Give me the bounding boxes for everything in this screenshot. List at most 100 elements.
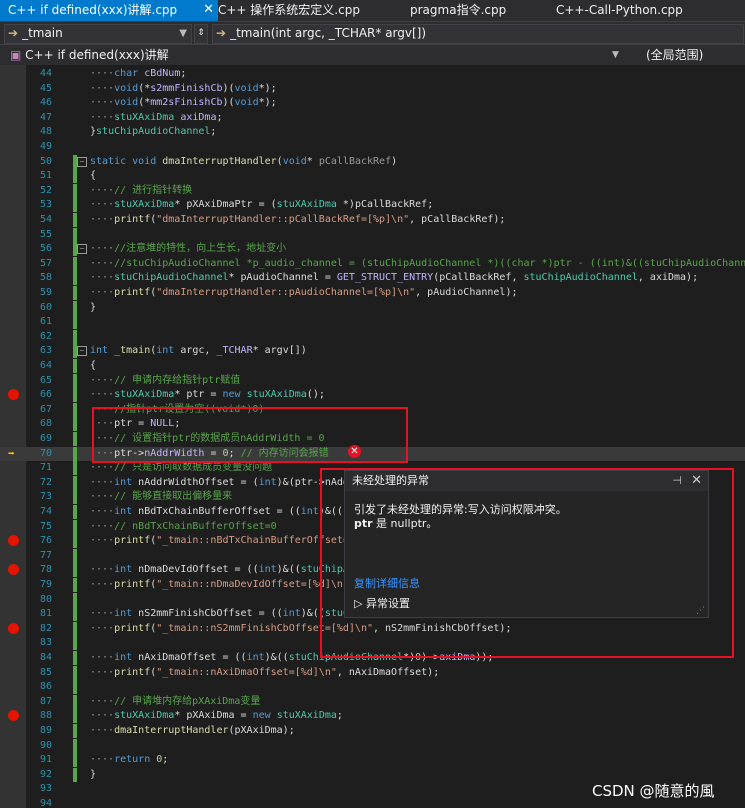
code-text: ····//stuChipAudioChannel *p_audio_chann… — [90, 257, 745, 269]
code-line[interactable]: 48}stuChipAudioChannel; — [0, 125, 745, 139]
updown-icon: ⇕ — [197, 28, 205, 38]
line-number: 51 — [39, 170, 52, 182]
code-line[interactable]: 44 ····char cBdNum; — [0, 67, 745, 81]
project-scope-bar: ▣ C++ if defined(xxx)讲解 ▼ (全局范围) — [0, 44, 745, 66]
change-marker — [73, 359, 77, 373]
code-line[interactable]: 62 — [0, 329, 745, 344]
code-text: static void dmaInterruptHandler(void* pC… — [90, 155, 398, 167]
change-marker — [73, 607, 77, 622]
code-line[interactable]: 88 ····stuXAxiDma* pXAxiDma = new stuXAxi… — [0, 709, 745, 724]
change-marker — [73, 475, 77, 490]
code-line[interactable]: 57 ····//stuChipAudioChannel *p_audio_cha… — [0, 256, 745, 271]
code-line[interactable]: 61 — [0, 315, 745, 330]
exception-popup: 未经处理的异常 ⊣ ✕ 引发了未经处理的异常:写入访问权限冲突。 ptr 是 n… — [344, 470, 709, 618]
code-line[interactable]: 51 { — [0, 169, 745, 184]
line-number: 93 — [39, 783, 52, 795]
code-text: } — [90, 301, 97, 313]
code-line[interactable]: 50 − static void dmaInterruptHandler(void*… — [0, 154, 745, 169]
code-line[interactable]: 47 ····stuXAxiDma axiDma; — [0, 111, 745, 125]
pin-icon[interactable]: ⊣ — [672, 471, 682, 491]
collapse-icon[interactable]: − — [77, 346, 87, 357]
code-line[interactable]: 91 ····return 0; — [0, 753, 745, 768]
tab-label: C++ if defined(xxx)讲解.cpp — [8, 3, 178, 17]
line-number: 47 — [39, 111, 52, 123]
code-line[interactable]: 66 ····stuXAxiDma* ptr = new stuXAxiDma()… — [0, 388, 745, 403]
arrow-right-icon: ➔ — [8, 26, 19, 40]
line-number: 88 — [39, 710, 52, 722]
copy-details-link[interactable]: 复制详细信息 — [354, 575, 420, 591]
code-text: ····//注意堆的特性，向上生长，地址变小 — [90, 243, 287, 255]
collapse-icon[interactable]: − — [77, 244, 87, 255]
change-marker — [73, 534, 77, 549]
code-line[interactable]: 65 ····// 申请内存给指针ptr赋值 — [0, 373, 745, 388]
change-marker — [73, 651, 77, 665]
member-dropdown[interactable]: ➔ _tmain(int argc, _TCHAR* argv[]) — [212, 24, 744, 44]
line-number: 92 — [39, 768, 52, 780]
line-number: 66 — [39, 389, 52, 401]
code-line[interactable]: 54 ····printf("dmaInterruptHandler::pCall… — [0, 213, 745, 227]
breakpoint-icon[interactable] — [8, 389, 19, 401]
breakpoint-icon[interactable] — [8, 710, 19, 722]
chevron-down-icon[interactable]: ▼ — [612, 46, 619, 64]
code-line[interactable]: 46 ····void(*mm2sFinishCb)(void*); — [0, 96, 745, 110]
change-marker — [73, 315, 77, 330]
project-dropdown[interactable]: ▣ C++ if defined(xxx)讲解 — [10, 46, 169, 64]
code-line[interactable]: 45 ····void(*s2mmFinishCb)(void*); — [0, 82, 745, 96]
tab-pragma[interactable]: pragma指令.cpp — [410, 0, 506, 21]
settings-label: 异常设置 — [365, 597, 410, 610]
watermark: CSDN @随意的風 — [592, 782, 715, 800]
change-marker — [73, 388, 77, 403]
line-number: 52 — [39, 184, 52, 196]
resize-grip-icon[interactable]: ⋰ — [696, 606, 705, 616]
code-line[interactable]: 90 — [0, 738, 745, 753]
line-number: 84 — [39, 652, 52, 663]
tab-os-macro[interactable]: C++ 操作系统宏定义.cpp — [218, 0, 360, 21]
code-line[interactable]: 55 — [0, 227, 745, 242]
breakpoint-icon[interactable] — [8, 564, 19, 576]
change-marker — [73, 461, 77, 476]
current-statement-arrow-icon: ➡ — [8, 446, 15, 460]
tab-label: C++-Call-Python.cpp — [556, 3, 683, 17]
code-line[interactable]: 49 — [0, 140, 745, 154]
tab-call-python[interactable]: C++-Call-Python.cpp — [556, 0, 683, 21]
breakpoint-icon[interactable] — [8, 622, 19, 634]
line-number: 86 — [39, 681, 52, 693]
code-line[interactable]: 87 ····// 申请堆内存给pXAxiDma变量 — [0, 694, 745, 709]
code-line[interactable]: 52 ····// 进行指针转换 — [0, 183, 745, 198]
close-tab-icon[interactable]: ✕ — [203, 0, 214, 20]
global-scope[interactable]: (全局范围) — [646, 46, 703, 64]
split-button[interactable]: ⇕ — [194, 24, 208, 44]
line-number: 77 — [39, 549, 52, 561]
close-icon[interactable]: ✕ — [691, 471, 702, 491]
line-number: 72 — [39, 476, 52, 488]
tab-if-defined[interactable]: C++ if defined(xxx)讲解.cpp ✕ — [0, 0, 218, 21]
code-line[interactable]: 53 ····stuXAxiDma* pXAxiDmaPtr = (stuXAxi… — [0, 198, 745, 213]
code-line[interactable]: 63 − int _tmain(int argc, _TCHAR* argv[]) — [0, 344, 745, 359]
code-text: ····dmaInterruptHandler(pXAxiDma); — [90, 725, 295, 736]
line-number: 60 — [39, 301, 52, 313]
code-text: ····// 能够直接取出偏移量来 — [90, 491, 233, 503]
line-number: 75 — [39, 520, 52, 532]
change-marker — [73, 432, 77, 446]
code-line[interactable]: 86 — [0, 680, 745, 695]
code-line[interactable]: 56 − ····//注意堆的特性，向上生长，地址变小 — [0, 242, 745, 257]
line-number: 71 — [39, 462, 52, 474]
line-number: 89 — [39, 725, 52, 736]
code-line[interactable]: 85 ····printf("_tmain::nAxiDmaOffset=[%d]… — [0, 665, 745, 680]
line-number: 62 — [39, 330, 52, 342]
collapse-icon[interactable]: − — [77, 156, 87, 167]
scope-dropdown[interactable]: ➔ _tmain ▼ — [4, 24, 192, 44]
line-number: 54 — [39, 214, 52, 225]
breakpoint-icon[interactable] — [8, 535, 19, 547]
exception-settings-toggle[interactable]: ▷ 异常设置 — [354, 595, 410, 611]
line-number: 53 — [39, 199, 52, 211]
highlight-box — [92, 407, 408, 463]
code-line[interactable]: 58 ····stuChipAudioChannel* pAudioChannel… — [0, 271, 745, 286]
change-marker — [73, 300, 77, 315]
error-icon[interactable]: ✕ — [348, 445, 361, 458]
code-line[interactable]: 60} — [0, 300, 745, 315]
code-line[interactable]: 89 ····dmaInterruptHandler(pXAxiDma); — [0, 724, 745, 738]
project-name: C++ if defined(xxx)讲解 — [25, 48, 169, 62]
code-line[interactable]: 64 { — [0, 359, 745, 373]
code-line[interactable]: 59 ····printf("dmaInterruptHandler::pAudi… — [0, 286, 745, 300]
